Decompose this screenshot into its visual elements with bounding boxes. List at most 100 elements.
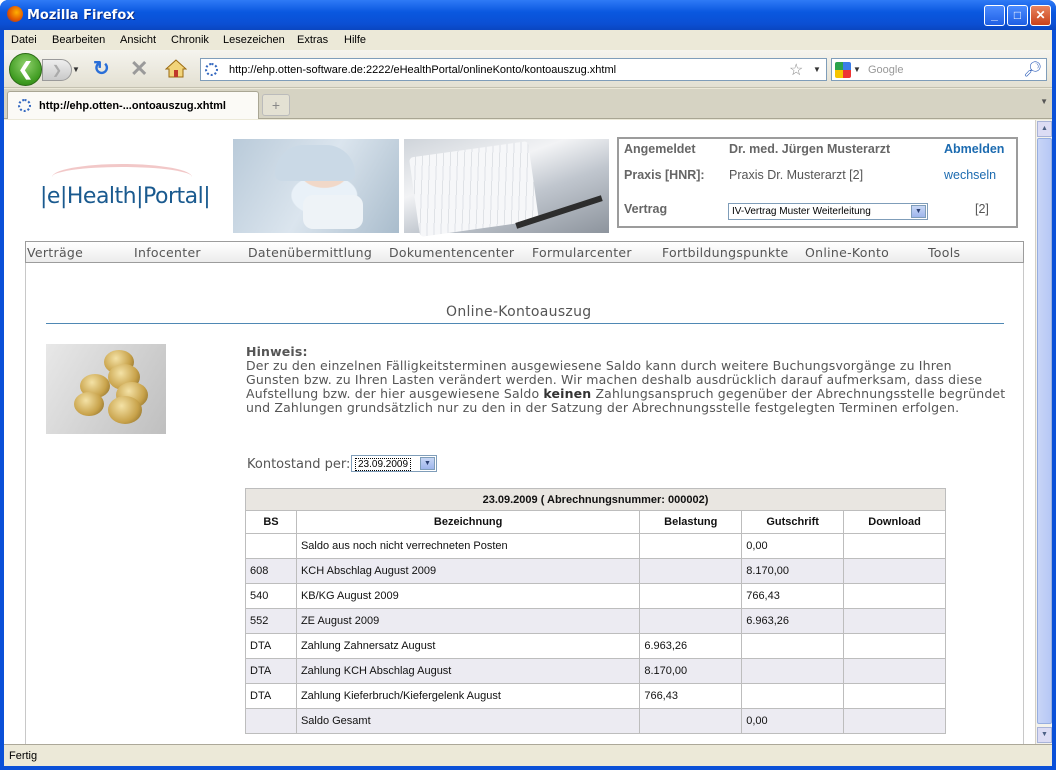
nav-vertraege[interactable]: Verträge bbox=[27, 245, 83, 260]
url-bar[interactable]: http://ehp.otten-software.de:2222/eHealt… bbox=[200, 58, 827, 81]
table-row: 608 KCH Abschlag August 2009 8.170,00 bbox=[245, 558, 946, 584]
stop-button[interactable]: ✕ bbox=[130, 57, 148, 81]
engine-dropdown-icon[interactable]: ▼ bbox=[853, 65, 861, 74]
close-button[interactable]: ✕ bbox=[1030, 5, 1051, 26]
chevron-down-icon[interactable]: ▼ bbox=[420, 457, 435, 470]
col-header-gutschrift: Gutschrift bbox=[741, 510, 845, 534]
google-engine-icon[interactable] bbox=[835, 62, 851, 78]
menu-bar: Datei Bearbeiten Ansicht Chronik Lesezei… bbox=[4, 30, 1052, 50]
change-praxis-link[interactable]: wechseln bbox=[944, 168, 996, 182]
menu-lesezeichen[interactable]: Lesezeichen bbox=[223, 34, 285, 46]
table-cell: KB/KG August 2009 bbox=[295, 583, 641, 609]
table-cell: 608 bbox=[245, 558, 297, 584]
praxis-label: Praxis [HNR]: bbox=[624, 168, 705, 182]
tab-active[interactable]: http://ehp.otten-...ontoauszug.xhtml bbox=[7, 91, 259, 119]
menu-datei[interactable]: Datei bbox=[11, 34, 37, 46]
table-cell bbox=[843, 583, 946, 609]
forward-button[interactable]: ❯ bbox=[42, 59, 72, 81]
minimize-button[interactable]: _ bbox=[984, 5, 1005, 26]
table-cell: 540 bbox=[245, 583, 297, 609]
table-cell: 8.170,00 bbox=[741, 558, 845, 584]
nav-datenuebermittlung[interactable]: Datenübermittlung bbox=[248, 245, 372, 260]
nav-fortbildungspunkte[interactable]: Fortbildungspunkte bbox=[662, 245, 789, 260]
new-tab-button[interactable]: + bbox=[262, 94, 290, 116]
reload-button[interactable]: ↻ bbox=[93, 59, 110, 79]
table-cell: 552 bbox=[245, 608, 297, 634]
nav-dokumentencenter[interactable]: Dokumentencenter bbox=[389, 245, 514, 260]
table-cell: 766,43 bbox=[639, 683, 743, 709]
table-cell: ZE August 2009 bbox=[295, 608, 641, 634]
vertical-scrollbar[interactable]: ▲ ▼ bbox=[1035, 120, 1052, 744]
scroll-thumb[interactable] bbox=[1037, 138, 1052, 724]
table-cell bbox=[639, 608, 743, 634]
search-icon[interactable]: 🔎︎ bbox=[1023, 60, 1042, 78]
kontostand-selected[interactable]: 23.09.2009 bbox=[355, 458, 412, 471]
url-dropdown-icon[interactable]: ▼ bbox=[813, 65, 821, 74]
page-loading-icon bbox=[205, 63, 218, 76]
search-placeholder[interactable]: Google bbox=[868, 64, 903, 76]
table-row: DTA Zahlung Kieferbruch/Kiefergelenk Augu… bbox=[245, 683, 946, 709]
url-text[interactable]: http://ehp.otten-software.de:2222/eHealt… bbox=[229, 64, 616, 76]
nav-formularcenter[interactable]: Formularcenter bbox=[532, 245, 632, 260]
maximize-button[interactable]: □ bbox=[1007, 5, 1028, 26]
search-bar[interactable]: ▼ Google 🔎︎ bbox=[831, 58, 1047, 81]
menu-chronik[interactable]: Chronik bbox=[171, 34, 209, 46]
window-title: Mozilla Firefox bbox=[27, 8, 135, 23]
col-header-belastung: Belastung bbox=[639, 510, 743, 534]
scroll-up-icon[interactable]: ▲ bbox=[1037, 121, 1052, 137]
page-title: Online-Kontoauszug bbox=[446, 304, 592, 320]
table-cell bbox=[639, 708, 743, 734]
table-cell bbox=[245, 708, 297, 734]
table-cell bbox=[843, 608, 946, 634]
table-cell bbox=[843, 683, 946, 709]
browser-window: Mozilla Firefox _ □ ✕ Datei Bearbeiten A… bbox=[0, 0, 1056, 770]
table-cell bbox=[843, 533, 946, 559]
vertrag-selected[interactable]: IV-Vertrag Muster Weiterleitung bbox=[732, 206, 871, 217]
kontoauszug-table: 23.09.2009 ( Abrechnungsnummer: 000002) … bbox=[245, 488, 946, 734]
nav-tools[interactable]: Tools bbox=[928, 245, 960, 260]
nav-infocenter[interactable]: Infocenter bbox=[134, 245, 201, 260]
back-button[interactable]: ❮ bbox=[9, 53, 42, 86]
user-name: Dr. med. Jürgen Musterarzt bbox=[729, 142, 891, 156]
angemeldet-label: Angemeldet bbox=[624, 142, 696, 156]
navigation-toolbar: ❮ ❯ ▼ ↻ ✕ http://ehp.otten-software.de:2… bbox=[4, 50, 1052, 88]
bookmark-star-icon[interactable]: ☆ bbox=[789, 60, 803, 80]
table-cell: 6.963,26 bbox=[639, 633, 743, 659]
logout-link[interactable]: Abmelden bbox=[944, 142, 1004, 156]
notice-heading: Hinweis: bbox=[246, 344, 308, 359]
logo-text-end: | bbox=[203, 184, 211, 209]
tab-loading-icon bbox=[18, 99, 31, 112]
coins-image bbox=[46, 344, 166, 434]
browser-client: Datei Bearbeiten Ansicht Chronik Lesezei… bbox=[4, 30, 1052, 766]
table-cell: 0,00 bbox=[741, 533, 845, 559]
kontostand-select[interactable]: 23.09.2009 ▼ bbox=[351, 455, 437, 472]
table-cell bbox=[843, 558, 946, 584]
page-content: |e|Health|Portal| Angemeldet Dr. med. Jü… bbox=[4, 120, 1035, 744]
table-cell bbox=[843, 633, 946, 659]
menu-extras[interactable]: Extras bbox=[297, 34, 328, 46]
history-dropdown-icon[interactable]: ▼ bbox=[72, 65, 80, 74]
chevron-down-icon[interactable]: ▼ bbox=[911, 205, 926, 218]
tab-label[interactable]: http://ehp.otten-...ontoauszug.xhtml bbox=[39, 100, 226, 112]
home-button[interactable] bbox=[165, 58, 187, 78]
vertrag-select[interactable]: IV-Vertrag Muster Weiterleitung ▼ bbox=[728, 203, 928, 220]
menu-ansicht[interactable]: Ansicht bbox=[120, 34, 156, 46]
firefox-icon bbox=[7, 6, 23, 22]
col-header-bezeichnung: Bezeichnung bbox=[295, 510, 641, 534]
menu-hilfe[interactable]: Hilfe bbox=[344, 34, 366, 46]
nav-online-konto[interactable]: Online-Konto bbox=[805, 245, 889, 260]
main-navigation: Verträge Infocenter Datenübermittlung Do… bbox=[25, 241, 1024, 263]
table-cell bbox=[741, 658, 845, 684]
menu-bearbeiten[interactable]: Bearbeiten bbox=[52, 34, 105, 46]
table-cell: DTA bbox=[245, 633, 297, 659]
table-cell: DTA bbox=[245, 683, 297, 709]
tab-list-icon[interactable]: ▼ bbox=[1040, 97, 1048, 106]
table-cell: 766,43 bbox=[741, 583, 845, 609]
title-bar: Mozilla Firefox _ □ ✕ bbox=[0, 0, 1056, 30]
kontostand-label: Kontostand per: bbox=[247, 457, 351, 472]
table-cell bbox=[639, 583, 743, 609]
header-photo-surgeon bbox=[233, 139, 399, 233]
scroll-down-icon[interactable]: ▼ bbox=[1037, 727, 1052, 743]
table-cell bbox=[843, 658, 946, 684]
table-cell bbox=[741, 633, 845, 659]
